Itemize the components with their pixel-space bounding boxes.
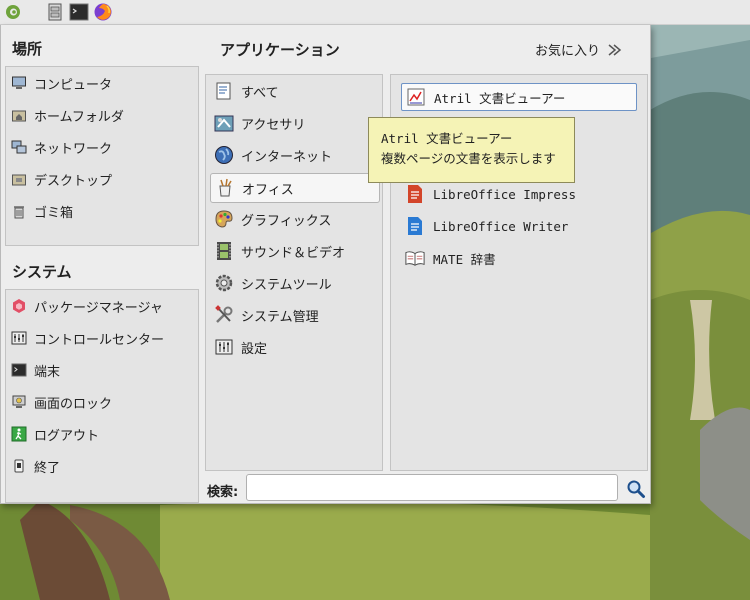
app-mate-dictionary[interactable]: MATE 辞書 xyxy=(401,245,635,271)
system-item-label: 画面のロック xyxy=(34,396,113,412)
home-folder-icon xyxy=(10,106,28,124)
places-title: 場所 xyxy=(12,40,43,58)
office-icon xyxy=(214,177,236,199)
category-label: システムツール xyxy=(241,277,332,293)
app-atril[interactable]: Atril 文書ビューアー xyxy=(401,83,637,111)
system-item-logout[interactable]: ログアウト xyxy=(10,420,99,448)
atril-icon xyxy=(406,87,426,107)
system-item-shutdown[interactable]: 終了 xyxy=(10,452,60,480)
category-label: インターネット xyxy=(241,149,333,165)
search-icon[interactable] xyxy=(626,479,646,499)
category-label: グラフィックス xyxy=(241,213,332,229)
app-libreoffice-impress[interactable]: LibreOffice Impress xyxy=(401,181,635,207)
desktop-icon xyxy=(10,170,28,188)
places-list: コンピュータ ホームフォルダ ネットワーク デスクトップ ゴミ箱 xyxy=(5,66,199,246)
terminal-launcher[interactable] xyxy=(68,1,90,23)
app-label: Atril 文書ビューアー xyxy=(434,90,566,106)
gear-icon xyxy=(213,272,235,294)
app-label: LibreOffice Writer xyxy=(433,218,569,234)
terminal-icon xyxy=(10,361,28,379)
trash-icon xyxy=(10,202,28,220)
globe-icon xyxy=(213,144,235,166)
category-sound-video[interactable]: サウンド＆ビデオ xyxy=(210,237,378,265)
system-item-terminal[interactable]: 端末 xyxy=(10,356,60,384)
system-item-control-center[interactable]: コントロールセンター xyxy=(10,324,164,352)
wrench-screwdriver-icon xyxy=(213,304,235,326)
computer-icon xyxy=(10,74,28,92)
app-tooltip: Atril 文書ビューアー 複数ページの文書を表示します xyxy=(368,117,575,183)
mate-logo-icon xyxy=(6,5,20,19)
firefox-icon xyxy=(94,3,112,21)
categories-list: すべて アクセサリ インターネット オフィス グラフィックス サウンド＆ビデオ … xyxy=(205,74,383,471)
category-accessories[interactable]: アクセサリ xyxy=(210,109,378,137)
category-office[interactable]: オフィス xyxy=(210,173,380,203)
place-item-home[interactable]: ホームフォルダ xyxy=(10,101,124,129)
category-label: すべて xyxy=(241,85,279,101)
mate-menu-button[interactable] xyxy=(2,1,24,23)
all-apps-icon xyxy=(213,80,235,102)
application-menu: 場所 コンピュータ ホームフォルダ ネットワーク デスクトップ ゴミ箱 システム… xyxy=(0,25,651,504)
category-label: システム管理 xyxy=(241,309,319,325)
terminal-icon xyxy=(69,3,89,21)
app-libreoffice-writer[interactable]: LibreOffice Writer xyxy=(401,213,635,239)
system-item-label: コントロールセンター xyxy=(34,332,165,348)
logout-icon xyxy=(10,425,28,443)
film-strip-icon xyxy=(213,240,235,262)
system-item-label: 終了 xyxy=(34,460,61,476)
lock-screen-icon xyxy=(10,393,28,411)
system-item-label: パッケージマネージャ xyxy=(34,300,163,316)
system-item-lock-screen[interactable]: 画面のロック xyxy=(10,388,112,416)
libreoffice-writer-icon xyxy=(405,216,425,236)
firefox-launcher[interactable] xyxy=(92,1,114,23)
favorites-button[interactable]: お気に入り xyxy=(535,40,624,59)
search-input[interactable] xyxy=(246,474,618,501)
place-item-label: ゴミ箱 xyxy=(34,205,74,221)
settings-icon xyxy=(213,336,235,358)
search-label: 検索: xyxy=(207,485,239,500)
tooltip-title: Atril 文書ビューアー xyxy=(381,131,513,146)
favorites-label: お気に入り xyxy=(534,44,600,59)
system-item-label: ログアウト xyxy=(34,428,100,444)
category-system-admin[interactable]: システム管理 xyxy=(210,301,378,329)
paint-palette-icon xyxy=(213,208,235,230)
place-item-label: ネットワーク xyxy=(34,141,113,157)
category-all[interactable]: すべて xyxy=(210,77,378,105)
tooltip-description: 複数ページの文書を表示します xyxy=(381,151,556,166)
system-item-label: 端末 xyxy=(34,364,61,380)
top-panel xyxy=(0,0,750,25)
place-item-computer[interactable]: コンピュータ xyxy=(10,69,112,97)
app-label: MATE 辞書 xyxy=(433,251,496,267)
place-item-label: コンピュータ xyxy=(34,77,113,93)
shutdown-icon xyxy=(10,457,28,475)
category-label: サウンド＆ビデオ xyxy=(241,245,346,261)
app-label: LibreOffice Impress xyxy=(433,186,576,202)
accessories-icon xyxy=(213,112,235,134)
network-icon xyxy=(10,138,28,156)
category-internet[interactable]: インターネット xyxy=(210,141,378,169)
file-cabinet-icon xyxy=(48,3,62,21)
place-item-trash[interactable]: ゴミ箱 xyxy=(10,197,73,225)
file-manager-launcher[interactable] xyxy=(44,1,66,23)
dictionary-book-icon xyxy=(405,248,425,268)
package-icon xyxy=(10,297,28,315)
place-item-network[interactable]: ネットワーク xyxy=(10,133,112,161)
place-item-label: ホームフォルダ xyxy=(34,109,124,125)
arrow-right-icon xyxy=(608,43,622,56)
category-system-tools[interactable]: システムツール xyxy=(210,269,378,297)
applications-title: アプリケーション xyxy=(220,41,340,59)
category-label: 設定 xyxy=(241,341,268,357)
libreoffice-impress-icon xyxy=(405,184,425,204)
category-graphics[interactable]: グラフィックス xyxy=(210,205,378,233)
category-settings[interactable]: 設定 xyxy=(210,333,378,361)
category-label: アクセサリ xyxy=(241,117,306,133)
system-item-package-manager[interactable]: パッケージマネージャ xyxy=(10,292,163,320)
system-title: システム xyxy=(12,263,72,281)
control-center-icon xyxy=(10,329,28,347)
category-label: オフィス xyxy=(242,182,294,198)
place-item-desktop[interactable]: デスクトップ xyxy=(10,165,112,193)
system-list: パッケージマネージャ コントロールセンター 端末 画面のロック ログアウト 終了 xyxy=(5,289,199,503)
place-item-label: デスクトップ xyxy=(34,173,113,189)
